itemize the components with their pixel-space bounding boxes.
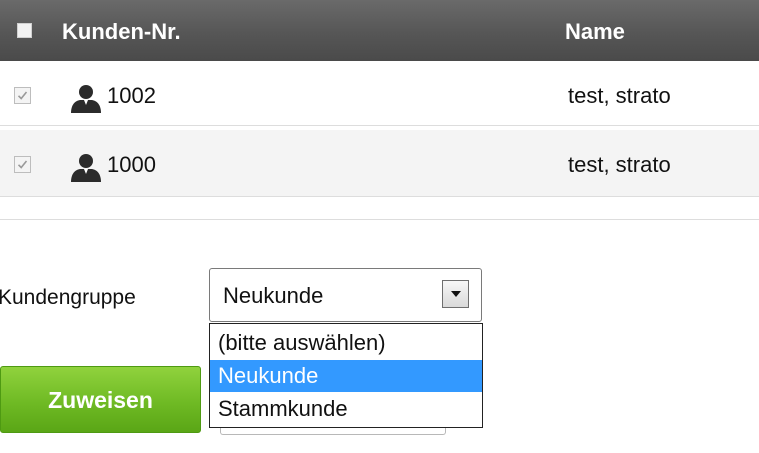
select-current-value: Neukunde [223, 283, 324, 308]
customer-name: test, strato [568, 83, 671, 108]
chevron-down-icon [450, 291, 461, 297]
table-bottom-divider [0, 219, 759, 220]
customer-group-options: (bitte auswählen) Neukunde Stammkunde [209, 323, 483, 428]
customer-group-select[interactable]: Neukunde [209, 268, 482, 322]
table-row[interactable]: 1002 test, strato [0, 61, 759, 126]
row-checkbox[interactable] [14, 87, 31, 104]
select-all-checkbox[interactable] [17, 23, 32, 38]
check-icon [17, 91, 28, 100]
column-header-name[interactable]: Name [565, 19, 625, 45]
assign-button[interactable]: Zuweisen [0, 366, 201, 433]
customer-number: 1002 [107, 83, 156, 108]
dropdown-arrow-button[interactable] [442, 280, 469, 308]
row-checkbox[interactable] [14, 156, 31, 173]
option-neukunde[interactable]: Neukunde [210, 360, 482, 392]
customer-group-label: Kundengruppe [0, 286, 136, 309]
user-icon [71, 85, 101, 113]
user-icon [71, 154, 101, 182]
option-bitte-auswaehlen[interactable]: (bitte auswählen) [210, 327, 482, 359]
column-header-kunden-nr[interactable]: Kunden-Nr. [62, 19, 181, 45]
table-header: Kunden-Nr. Name [0, 0, 759, 61]
customer-number: 1000 [107, 152, 156, 177]
check-icon [17, 160, 28, 169]
customer-name: test, strato [568, 152, 671, 177]
table-row[interactable]: 1000 test, strato [0, 130, 759, 197]
option-stammkunde[interactable]: Stammkunde [210, 393, 482, 425]
